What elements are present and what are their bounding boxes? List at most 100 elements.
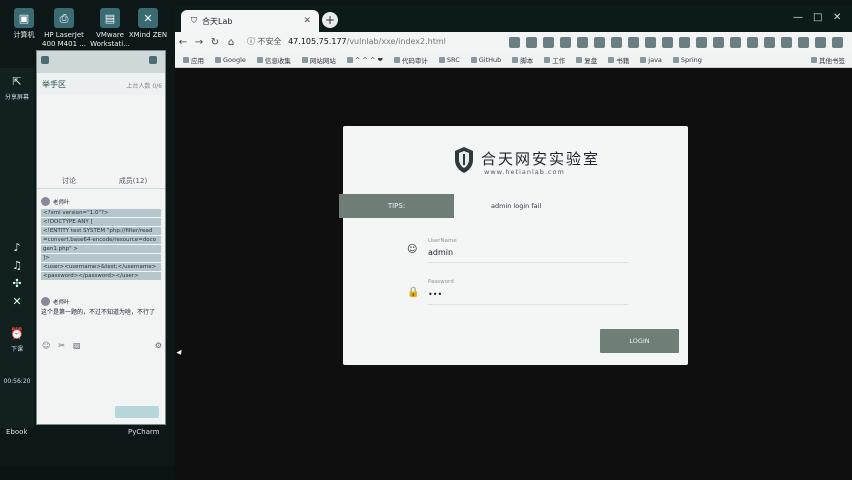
page-content: 合天网安实验室 www.hetianlab.com TIPS: admin lo… xyxy=(175,68,852,480)
folder-icon xyxy=(346,56,353,63)
username-underline xyxy=(428,262,628,263)
extension-icon[interactable] xyxy=(543,36,554,48)
extension-icon[interactable] xyxy=(526,36,537,48)
shield-icon: ⛉ xyxy=(191,16,197,25)
extension-icon[interactable] xyxy=(662,36,673,48)
extension-icon[interactable] xyxy=(798,36,809,48)
extension-icon[interactable] xyxy=(560,36,571,48)
folder-icon xyxy=(438,56,445,63)
bookmark-item[interactable]: 书籍 xyxy=(608,55,629,65)
microphone-icon: ♪ xyxy=(13,241,21,254)
bookmark-item[interactable]: 工作 xyxy=(544,55,565,65)
gear-icon[interactable]: ⚙ xyxy=(155,341,162,350)
desktop-icon-printer[interactable]: ⎙ HP LaserJet 400 M401 ... xyxy=(40,8,88,49)
code-line: =convert.base64-encode/resource=doco xyxy=(41,236,161,244)
share-screen-label: 分享屏幕 xyxy=(4,94,29,101)
extension-icons xyxy=(509,36,843,48)
bookmark-item[interactable]: 脚本 xyxy=(512,55,533,65)
extension-icon[interactable] xyxy=(611,36,622,48)
close-class-button[interactable]: ✕ xyxy=(0,294,34,312)
chat-title: 举手区 xyxy=(42,80,66,89)
bookmark-label: 应用 xyxy=(191,56,204,65)
tab-members[interactable]: 成员(12) xyxy=(101,173,165,189)
chat-message: 老师叶 <?xml version="1.0"?> <!DOCTYPE ANY … xyxy=(41,197,161,281)
chat-expand-icon[interactable] xyxy=(149,56,157,64)
bookmark-item[interactable]: 网站网站 xyxy=(301,55,336,65)
extension-icon[interactable] xyxy=(764,36,775,48)
send-button[interactable] xyxy=(115,406,159,418)
tab-discussion[interactable]: 讨论 xyxy=(37,173,101,189)
bookmark-item[interactable]: 复盘 xyxy=(576,55,597,65)
extension-icon[interactable] xyxy=(713,36,724,48)
tab-strip: ⛉ 合天Lab ✕ + — □ ✕ xyxy=(175,6,852,32)
alarm-icon: ⏰ xyxy=(10,327,24,340)
desktop-icon-label: HP LaserJet 400 M401 ... xyxy=(42,31,86,48)
minimize-icon[interactable]: — xyxy=(793,12,803,23)
bookmark-label: 复盘 xyxy=(584,56,598,65)
emoji-icon[interactable]: ☺ xyxy=(42,341,50,350)
taskbar-ebook[interactable]: Ebook xyxy=(6,428,28,436)
extension-icon[interactable] xyxy=(815,36,826,48)
extension-icon[interactable] xyxy=(730,36,741,48)
other-bookmarks[interactable]: 其他书签 xyxy=(811,55,845,65)
scissors-icon[interactable]: ✂ xyxy=(58,341,65,350)
bookmark-item[interactable]: ^ ^ ^ ❤ xyxy=(346,56,383,64)
settings-button[interactable]: ✣ xyxy=(0,276,34,294)
extension-icon[interactable] xyxy=(594,36,605,48)
printer-icon: ⎙ xyxy=(54,8,74,28)
extension-icon[interactable] xyxy=(679,36,690,48)
bookmark-item[interactable]: SRC xyxy=(438,56,460,64)
bookmark-item[interactable]: Google xyxy=(215,56,246,64)
shield-logo-icon xyxy=(455,147,473,173)
login-card: 合天网安实验室 www.hetianlab.com TIPS: admin lo… xyxy=(339,126,688,365)
computer-icon: ▣ xyxy=(14,8,34,28)
back-icon[interactable]: ← xyxy=(175,37,191,48)
bookmark-item[interactable]: 代码审计 xyxy=(393,55,428,65)
volume-button[interactable]: ♫ xyxy=(0,258,34,276)
close-window-icon[interactable]: ✕ xyxy=(833,12,841,23)
message-text: 这个是第一题的，不过不知道为啥，不行了 xyxy=(41,309,156,316)
bookmark-item[interactable]: 信息收集 xyxy=(256,55,291,65)
bookmark-item[interactable]: Spring xyxy=(672,56,702,64)
folder-icon xyxy=(544,56,551,63)
bookmark-item[interactable]: 应用 xyxy=(183,55,204,65)
chat-toolbar-icon[interactable] xyxy=(41,56,49,64)
extension-icon[interactable] xyxy=(645,36,656,48)
tips-label: TIPS: xyxy=(339,194,454,218)
bookmark-item[interactable]: java xyxy=(640,56,662,64)
reload-icon[interactable]: ↻ xyxy=(207,37,223,48)
taskbar-pycharm[interactable]: PyCharm xyxy=(128,428,160,436)
address-bar[interactable]: ⓘ 不安全 47.105.75.177/vulnlab/xxe/index2.h… xyxy=(247,34,497,50)
folder-icon xyxy=(470,56,477,63)
xmind-icon: ✕ xyxy=(138,8,158,28)
extension-icon[interactable] xyxy=(747,36,758,48)
password-field[interactable]: ••• xyxy=(428,290,442,299)
desktop-icon-xmind[interactable]: ✕ XMind ZEN xyxy=(124,8,172,40)
end-class-button[interactable]: ⏰ 下课 xyxy=(0,326,34,353)
browser-tab[interactable]: ⛉ 合天Lab ✕ xyxy=(181,10,319,32)
maximize-icon[interactable]: □ xyxy=(813,12,822,23)
extension-icon[interactable] xyxy=(509,36,520,48)
share-screen-button[interactable]: ⇱ 分享屏幕 xyxy=(0,74,34,101)
forward-icon[interactable]: → xyxy=(191,37,207,48)
microphone-button[interactable]: ♪ xyxy=(0,240,34,258)
new-tab-button[interactable]: + xyxy=(322,12,338,28)
message-sender: 老师叶 xyxy=(53,299,70,306)
extension-icon[interactable] xyxy=(832,36,843,48)
login-button[interactable]: LOGIN xyxy=(600,329,679,353)
extension-icon[interactable] xyxy=(696,36,707,48)
bookmark-label: 网站网站 xyxy=(309,56,336,65)
image-icon[interactable]: ▨ xyxy=(73,341,81,350)
extension-icon[interactable] xyxy=(781,36,792,48)
close-icon: ✕ xyxy=(12,295,22,308)
home-icon[interactable]: ⌂ xyxy=(223,37,239,48)
extension-icon[interactable] xyxy=(577,36,588,48)
volume-icon: ♫ xyxy=(12,259,22,272)
username-field[interactable]: admin xyxy=(428,248,453,257)
chat-message: 老师叶 这个是第一题的，不过不知道为啥，不行了 xyxy=(41,297,161,317)
extension-icon[interactable] xyxy=(628,36,639,48)
password-underline xyxy=(428,304,628,305)
bookmark-item[interactable]: GitHub xyxy=(470,56,501,64)
close-tab-icon[interactable]: ✕ xyxy=(303,16,311,26)
desktop-icon-label: XMind ZEN xyxy=(128,31,168,39)
